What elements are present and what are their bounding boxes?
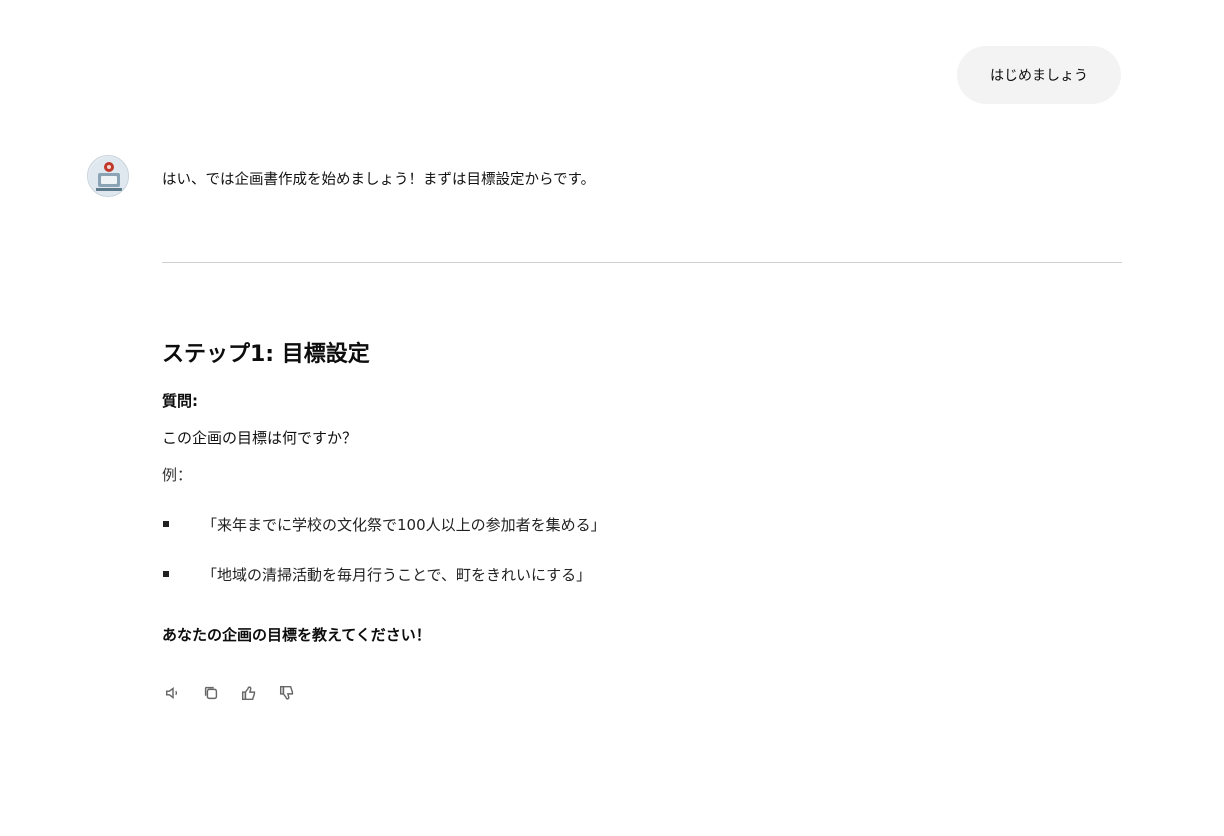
step-title: ステップ1: 目標設定 bbox=[162, 342, 370, 367]
example-text: 「来年までに学校の文化祭で100人以上の参加者を集める」 bbox=[202, 516, 606, 534]
list-item: 「来年までに学校の文化祭で100人以上の参加者を集める」 bbox=[162, 508, 606, 558]
question-text: この企画の目標は何ですか？ bbox=[162, 429, 358, 447]
bullet-icon bbox=[163, 521, 169, 527]
assistant-message: はい、では企画書作成を始めましょう！まずは目標設定からです。 ステップ1: 目標… bbox=[162, 162, 1122, 701]
thumbs-down-button[interactable] bbox=[276, 682, 298, 704]
question-label: 質問: bbox=[162, 392, 198, 410]
divider bbox=[162, 262, 1122, 263]
message-actions bbox=[162, 682, 298, 704]
thumbs-down-icon bbox=[279, 685, 294, 700]
user-message-bubble: はじめましょう bbox=[957, 46, 1121, 104]
example-label: 例： bbox=[162, 466, 193, 484]
speaker-icon bbox=[165, 687, 178, 699]
thumbs-up-button[interactable] bbox=[238, 682, 260, 704]
list-item: 「地域の清掃活動を毎月行うことで、町をきれいにする」 bbox=[162, 558, 606, 608]
example-list: 「来年までに学校の文化祭で100人以上の参加者を集める」 「地域の清掃活動を毎月… bbox=[162, 508, 606, 608]
copy-button[interactable] bbox=[200, 682, 222, 704]
assistant-intro-text: はい、では企画書作成を始めましょう！まずは目標設定からです。 bbox=[162, 172, 596, 188]
bullet-icon bbox=[163, 571, 169, 577]
assistant-avatar-icon bbox=[87, 155, 129, 197]
example-text: 「地域の清掃活動を毎月行うことで、町をきれいにする」 bbox=[202, 566, 592, 584]
copy-icon bbox=[204, 686, 218, 700]
chat-page: はじめましょう はい、では企画書作成を始めましょう！まずは目標設定からです。 ス… bbox=[0, 0, 1224, 836]
thumbs-up-icon bbox=[241, 686, 256, 701]
closing-text: あなたの企画の目標を教えてください！ bbox=[162, 626, 431, 644]
read-aloud-button[interactable] bbox=[162, 682, 184, 704]
user-message-text: はじめましょう bbox=[990, 68, 1088, 84]
